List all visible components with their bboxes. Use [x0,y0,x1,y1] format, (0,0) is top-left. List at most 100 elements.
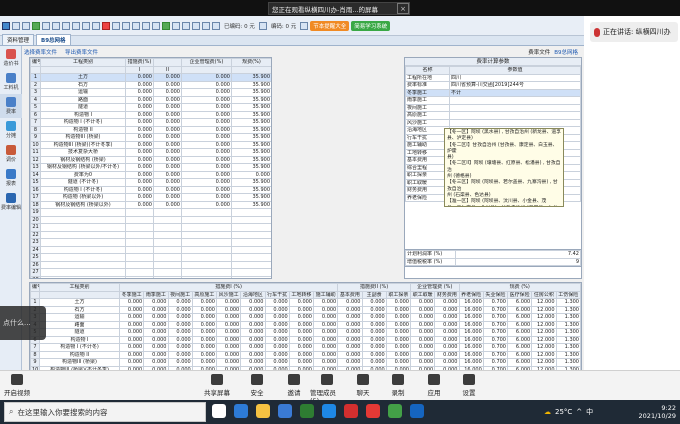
export-rate-file-link[interactable]: 导出费率文件 [65,48,98,56]
param-row[interactable]: 风沙施工 [405,118,581,127]
taskbar-search[interactable]: ⌕ 在这里输入你要搜索的内容 [4,402,206,422]
table-cell[interactable]: 0.000 [264,350,290,359]
table-cell[interactable]: 0.000 [118,313,145,322]
table-cell[interactable] [153,208,182,217]
table-cell[interactable]: 6.000 [506,328,533,337]
zoom-icon[interactable] [172,21,180,30]
table-cell[interactable]: 35.900 [231,178,271,187]
table-cell[interactable] [181,223,232,232]
table-row[interactable]: 13 钢材及钢结构 (桥梁以外/不计冬) 0.000 0.000 0.000 35.900 [30,163,271,172]
nav-item-adjust[interactable]: 调价 [0,142,22,166]
table-cell[interactable]: 1.300 [555,350,581,359]
table-cell[interactable]: 16.000 [458,305,484,314]
table-cell[interactable]: 16.000 [458,298,484,307]
table-row[interactable]: 5隧道0.0000.0000.0000.0000.0000.0000.0000.… [30,328,581,337]
table-cell[interactable]: 0.000 [118,328,145,337]
table-cell[interactable] [181,268,232,277]
arrow-down-icon[interactable] [132,21,140,30]
table-cell[interactable]: 6.000 [506,358,533,367]
table-row[interactable]: 4 路面 0.000 0.000 0.000 35.900 [30,95,271,104]
table-row[interactable]: 6构造物 I0.0000.0000.0000.0000.0000.0000.00… [30,335,581,344]
table-cell[interactable]: 0.000 [167,320,193,329]
table-cell[interactable]: 0.000 [181,95,232,104]
table-cell[interactable]: 0.000 [191,343,218,352]
table-cell[interactable]: 0.000 [361,313,387,322]
table-cell[interactable]: 0.000 [385,313,412,322]
table-cell[interactable]: 0.000 [264,335,290,344]
table-cell[interactable]: 0.000 [312,320,339,329]
tab-data-management[interactable]: 资料管理 [2,34,35,45]
table-cell[interactable]: 0.000 [434,350,460,359]
table-cell[interactable]: 0.700 [482,305,509,314]
table-row[interactable]: 2 石方 0.000 0.000 0.000 35.900 [30,80,271,89]
table-row[interactable]: 25 [30,253,271,262]
calc-icon[interactable] [112,21,120,30]
table-cell[interactable]: 0.000 [409,320,436,329]
rate-grid-top[interactable]: 编号工程类别措施费(%)企业管理费(%)规费(%) III 1土方0.0000.… [29,57,272,279]
table-cell[interactable]: 0.000 [153,185,182,194]
nav-item-book[interactable]: 造价书 [0,46,22,70]
table-cell[interactable]: 0.000 [361,350,387,359]
delete-icon[interactable] [102,21,110,30]
table-cell[interactable]: 12.000 [531,350,557,359]
open-file-icon[interactable] [2,21,10,30]
table-cell[interactable]: 0.000 [361,298,387,307]
table-cell[interactable]: 0.000 [215,335,242,344]
table-cell[interactable]: 0.000 [125,125,154,134]
table-cell[interactable]: 0.000 [337,298,363,307]
table-cell[interactable]: 0.000 [215,328,242,337]
table-cell[interactable]: 0.000 [118,358,145,367]
table-cell[interactable] [231,245,271,254]
table-cell[interactable]: 35.900 [231,200,271,209]
apps-button[interactable]: 应用 [417,374,451,397]
table-cell[interactable]: 0.000 [167,358,193,367]
table-cell[interactable]: 0.000 [153,148,182,157]
table-cell[interactable]: 0.000 [385,298,412,307]
app-wechat-icon[interactable] [388,404,402,418]
chat-preview-overlay[interactable]: 点什么... [0,306,46,340]
table-cell[interactable]: 0.000 [409,343,436,352]
table-row[interactable]: 9 构造物III (桥梁) 0.000 0.000 0.000 0.000 0.000 0.0… [30,358,581,367]
table-row[interactable]: 11 技术复杂大桥 0.000 0.000 0.000 35.900 [30,148,271,157]
table-cell[interactable] [181,238,232,247]
settings-button[interactable]: 设置 [452,374,486,397]
table-cell[interactable]: 0.000 [181,178,232,187]
table-cell[interactable]: 6.000 [506,305,533,314]
table-cell[interactable]: 0.000 [181,103,232,112]
table-cell[interactable]: 0.000 [240,328,266,337]
table-cell[interactable]: 0.000 [409,358,436,367]
table-cell[interactable]: 0.000 [167,305,193,314]
table-cell[interactable]: 12.000 [531,343,557,352]
table-cell[interactable]: 0.000 [312,305,339,314]
table-cell[interactable] [181,275,232,278]
table-cell[interactable]: 0.700 [482,320,509,329]
table-cell[interactable]: 0.000 [125,155,154,164]
table-row[interactable]: 1 土方 0.000 0.000 0.000 35.900 [30,73,271,82]
table-cell[interactable]: 16.000 [458,343,484,352]
table-cell[interactable]: 0.000 [215,320,242,329]
learning-system-button[interactable]: 简易学习系统 [351,20,391,31]
screen-share-banner[interactable]: 您正在观看纵横四川办-肖雨...的屏幕 × [268,2,410,15]
table-cell[interactable]: 0.000 [312,343,339,352]
table-cell[interactable]: 0.000 [181,170,232,179]
table-cell[interactable]: 0.000 [288,358,315,367]
table-row[interactable]: 21 [30,223,271,232]
table-cell[interactable]: 0.000 [361,305,387,314]
clock[interactable]: 9:22 2021/10/29 [639,404,676,420]
table-cell[interactable]: 0.000 [409,335,436,344]
table-cell[interactable]: 6.000 [506,298,533,307]
table-cell[interactable]: 0.000 [153,178,182,187]
table-row[interactable]: 8 构造物 II 0.000 0.000 0.000 0.000 0.000 0.000 0.0… [30,350,581,359]
table-cell[interactable]: 35.900 [231,103,271,112]
table-cell[interactable]: 0.000 [125,140,154,149]
table-cell[interactable]: 0.000 [312,335,339,344]
table-cell[interactable]: 0.000 [125,178,154,187]
table-cell[interactable]: 35.900 [231,118,271,127]
help-icon[interactable] [202,21,210,30]
shield-button[interactable]: 安全 [240,374,274,397]
table-cell[interactable]: 12.000 [531,313,557,322]
table-cell[interactable]: 0.000 [337,335,363,344]
table-cell[interactable]: 0.000 [409,313,436,322]
table-row[interactable]: 9 构造物III (桥梁) 0.000 0.000 0.000 35.900 [30,133,271,142]
table-row[interactable]: 15 隧道 (不计冬) 0.000 0.000 0.000 35.900 [30,178,271,187]
